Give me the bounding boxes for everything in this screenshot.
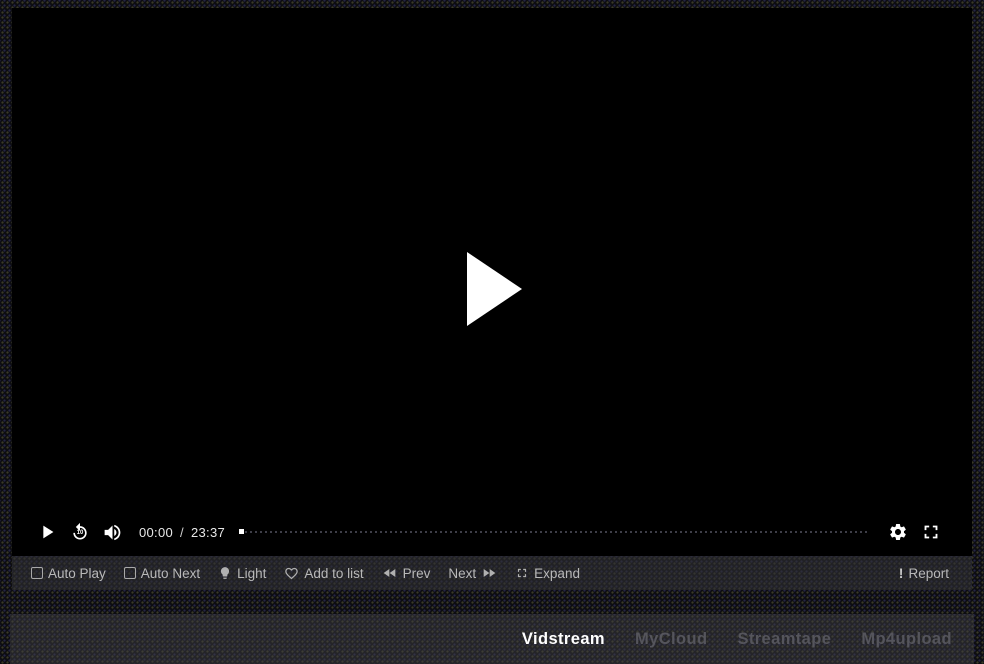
next-episode-button[interactable]: Next bbox=[448, 565, 497, 581]
checkbox-icon bbox=[31, 567, 43, 579]
progress-handle[interactable] bbox=[239, 529, 244, 534]
time-separator: / bbox=[180, 525, 184, 540]
fullscreen-button[interactable] bbox=[920, 521, 942, 543]
light-label: Light bbox=[237, 566, 266, 581]
time-duration: 23:37 bbox=[191, 525, 225, 540]
server-mycloud[interactable]: MyCloud bbox=[635, 630, 707, 649]
gear-icon bbox=[888, 522, 908, 542]
volume-button[interactable] bbox=[102, 522, 123, 543]
expand-label: Expand bbox=[534, 566, 580, 581]
expand-icon bbox=[515, 566, 529, 580]
server-panel: Vidstream MyCloud Streamtape Mp4upload bbox=[10, 614, 974, 664]
page: { "player": { "time_current": "00:00", "… bbox=[0, 0, 984, 664]
prev-icon bbox=[382, 565, 398, 581]
auto-play-toggle[interactable]: Auto Play bbox=[31, 566, 106, 581]
auto-play-label: Auto Play bbox=[48, 566, 106, 581]
auto-next-toggle[interactable]: Auto Next bbox=[124, 566, 200, 581]
play-button[interactable] bbox=[36, 521, 58, 543]
lightbulb-icon bbox=[218, 566, 232, 580]
progress-track bbox=[245, 531, 868, 533]
fullscreen-icon bbox=[920, 521, 942, 543]
play-icon bbox=[36, 521, 58, 543]
report-icon: ! bbox=[899, 566, 904, 580]
rewind-10-button[interactable]: 10 bbox=[70, 522, 90, 542]
settings-button[interactable] bbox=[888, 522, 908, 542]
next-label: Next bbox=[448, 566, 476, 581]
prev-label: Prev bbox=[403, 566, 431, 581]
server-streamtape[interactable]: Streamtape bbox=[737, 630, 831, 649]
add-to-list-label: Add to list bbox=[304, 566, 363, 581]
player-control-bar: 10 00:00 / 23:37 bbox=[12, 512, 972, 552]
next-icon bbox=[481, 565, 497, 581]
rewind-10-number: 10 bbox=[77, 530, 84, 536]
checkbox-icon bbox=[124, 567, 136, 579]
time-current: 00:00 bbox=[139, 525, 173, 540]
add-to-list-button[interactable]: Add to list bbox=[284, 566, 363, 581]
volume-icon bbox=[102, 522, 123, 543]
expand-button[interactable]: Expand bbox=[515, 566, 580, 581]
player-toolbar: Auto Play Auto Next Light Add to list Pr… bbox=[12, 556, 972, 590]
prev-episode-button[interactable]: Prev bbox=[382, 565, 431, 581]
report-button[interactable]: ! Report bbox=[899, 566, 949, 581]
heart-icon bbox=[284, 566, 299, 581]
video-player[interactable]: 10 00:00 / 23:37 bbox=[12, 8, 972, 556]
server-mp4upload[interactable]: Mp4upload bbox=[861, 630, 952, 649]
server-vidstream[interactable]: Vidstream bbox=[522, 630, 605, 649]
time-display: 00:00 / 23:37 bbox=[139, 525, 225, 540]
big-play-button[interactable] bbox=[467, 252, 522, 326]
report-label: Report bbox=[908, 566, 949, 581]
progress-bar[interactable] bbox=[239, 527, 868, 537]
auto-next-label: Auto Next bbox=[141, 566, 200, 581]
light-toggle[interactable]: Light bbox=[218, 566, 266, 581]
